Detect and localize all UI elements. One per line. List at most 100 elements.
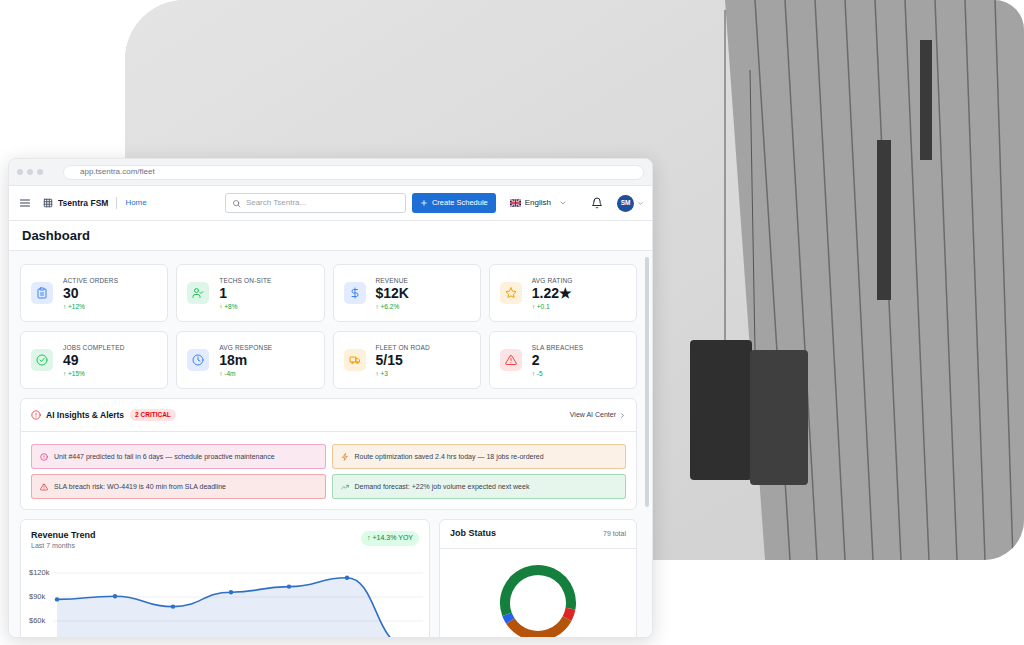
stat-text: REVENUE$12K↑ +6.2% <box>376 276 409 311</box>
browser-window: app.tsentra.com/fleet Tsentra FSM Home Cre… <box>8 158 653 638</box>
stat-text: AVG RATING1.22★↑ +0.1 <box>532 276 573 311</box>
stat-card[interactable]: JOBS COMPLETED49↑ +15% <box>20 331 168 389</box>
data-point[interactable] <box>345 576 349 580</box>
stat-card[interactable]: SLA BREACHES2↑ -5 <box>489 331 637 389</box>
revenue-trend-subtitle: Last 7 months <box>31 541 96 551</box>
revenue-line <box>57 578 405 637</box>
alert-item[interactable]: Route optimization saved 2.4 hrs today —… <box>332 444 627 469</box>
stat-delta: ↑ +15% <box>63 369 125 378</box>
stat-text: TECHS ON-SITE1↑ +8% <box>219 276 271 311</box>
stat-value: 49 <box>63 352 125 369</box>
alert-item[interactable]: Unit #447 predicted to fail in 6 days — … <box>31 444 326 469</box>
donut-segment[interactable] <box>496 561 580 637</box>
stat-label: ACTIVE ORDERS <box>63 276 118 285</box>
stat-delta: ↑ +8% <box>219 302 271 311</box>
job-status-panel: Job Status 79 total <box>439 519 637 637</box>
stat-label: REVENUE <box>376 276 409 285</box>
address-bar[interactable]: app.tsentra.com/fleet <box>63 165 644 180</box>
y-tick: $90k <box>29 585 53 609</box>
job-status-title: Job Status <box>450 527 496 541</box>
stat-card[interactable]: TECHS ON-SITE1↑ +8% <box>176 264 324 322</box>
grid-icon <box>43 198 53 208</box>
alerts-grid: Unit #447 predicted to fail in 6 days — … <box>21 432 636 509</box>
stat-delta: ↑ +0.1 <box>532 302 573 311</box>
stat-icon-box <box>31 282 53 304</box>
donut-chart <box>496 561 580 637</box>
window-dot[interactable] <box>27 169 33 175</box>
language-select[interactable]: English <box>510 197 567 209</box>
alert-item[interactable]: SLA breach risk: WO-4419 is 40 min from … <box>31 474 326 499</box>
stat-label: AVG RESPONSE <box>219 343 272 352</box>
page-header: Dashboard <box>9 221 652 251</box>
stat-icon-box <box>500 282 522 304</box>
alert-icon <box>505 354 517 366</box>
donut-segment[interactable] <box>496 561 580 637</box>
stat-card[interactable]: AVG RATING1.22★↑ +0.1 <box>489 264 637 322</box>
chevron-down-icon <box>559 199 567 207</box>
stat-value: 1 <box>219 285 271 302</box>
view-ai-center-link[interactable]: View AI Center <box>570 410 626 421</box>
data-point[interactable] <box>113 594 117 598</box>
line-chart <box>53 563 423 637</box>
stat-card[interactable]: ACTIVE ORDERS30↑ +12% <box>20 264 168 322</box>
breadcrumb-home[interactable]: Home <box>125 197 146 209</box>
search-field[interactable] <box>225 193 406 213</box>
truck-icon <box>349 354 361 366</box>
revenue-trend-title: Revenue Trend <box>31 529 96 541</box>
donut-segment[interactable] <box>496 561 580 637</box>
window-dot[interactable] <box>37 169 43 175</box>
stat-icon-box <box>187 282 209 304</box>
risk-icon <box>40 483 48 491</box>
bell-icon <box>591 197 603 209</box>
app-header: Tsentra FSM Home Create Schedule English SM <box>9 186 652 221</box>
clipboard-icon <box>36 287 48 299</box>
alert-circle-icon <box>31 410 41 420</box>
data-point[interactable] <box>55 597 59 601</box>
star-icon <box>505 287 517 299</box>
stat-delta: ↑ -4m <box>219 369 272 378</box>
data-point[interactable] <box>171 604 175 608</box>
stat-label: FLEET ON ROAD <box>376 343 430 352</box>
create-schedule-button[interactable]: Create Schedule <box>412 193 496 213</box>
stat-icon-box <box>344 349 366 371</box>
data-point[interactable] <box>229 590 233 594</box>
search-input[interactable] <box>246 197 399 209</box>
alert-text: SLA breach risk: WO-4419 is 40 min from … <box>54 482 226 491</box>
stat-icon-box <box>31 349 53 371</box>
title-bar: app.tsentra.com/fleet <box>9 159 652 186</box>
y-axis: $120k$90k$60k <box>29 563 53 637</box>
yoy-badge: ↑ +14.3% YOY <box>361 531 419 546</box>
search-icon <box>232 199 241 208</box>
revenue-chart: $120k$90k$60k <box>29 563 421 637</box>
url-text: app.tsentra.com/fleet <box>80 166 155 178</box>
divider <box>116 197 117 209</box>
grid-line <box>53 573 423 574</box>
stat-text: ACTIVE ORDERS30↑ +12% <box>63 276 118 311</box>
stat-value: 5/15 <box>376 352 430 369</box>
ai-insights-title: AI Insights & Alerts <box>46 409 124 422</box>
stats-grid: ACTIVE ORDERS30↑ +12% TECHS ON-SITE1↑ +8%… <box>20 264 637 389</box>
page-title: Dashboard <box>22 226 90 246</box>
window-dot[interactable] <box>17 169 23 175</box>
donut-segment[interactable] <box>496 561 580 637</box>
data-point[interactable] <box>287 584 291 588</box>
stat-card[interactable]: FLEET ON ROAD5/15↑ +3 <box>333 331 481 389</box>
job-status-total: 79 total <box>603 529 626 540</box>
stat-icon-box <box>344 282 366 304</box>
y-tick: $120k <box>29 561 53 585</box>
check-icon <box>36 354 48 366</box>
prediction-icon <box>40 453 48 461</box>
stat-value: $12K <box>376 285 409 302</box>
alert-item[interactable]: Demand forecast: +22% job volume expecte… <box>332 474 627 499</box>
stat-value: 2 <box>532 352 583 369</box>
stat-delta: ↑ +3 <box>376 369 430 378</box>
donut-wrap <box>440 549 636 637</box>
brand[interactable]: Tsentra FSM <box>43 197 108 210</box>
avatar[interactable]: SM <box>617 195 634 212</box>
menu-icon <box>19 197 31 209</box>
stat-card[interactable]: REVENUE$12K↑ +6.2% <box>333 264 481 322</box>
uk-flag-icon <box>510 199 521 207</box>
stat-card[interactable]: AVG RESPONSE18m↑ -4m <box>176 331 324 389</box>
stat-label: AVG RATING <box>532 276 573 285</box>
scrollbar[interactable] <box>645 257 649 507</box>
